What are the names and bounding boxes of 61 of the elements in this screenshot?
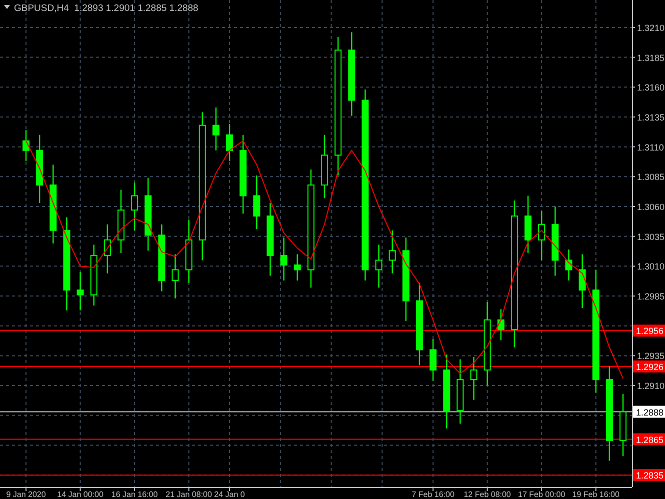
chart-title: GBPUSD,H4 1.2893 1.2901 1.2885 1.2888 (14, 3, 198, 14)
ref-line-label: 1.2835 (636, 470, 664, 481)
time-label: 21 Jan 08:00 (166, 490, 212, 499)
candlestick (470, 356, 478, 400)
price-label: 1.2935 (637, 351, 665, 362)
time-label: 9 Jan 2020 (6, 490, 46, 499)
candlestick (538, 211, 546, 260)
candlestick (294, 254, 301, 280)
price-label: 1.3035 (637, 232, 665, 242)
price-label: 1.3185 (637, 52, 665, 63)
candlestick (212, 107, 220, 150)
candlestick (430, 339, 437, 381)
candlestick (131, 182, 138, 230)
candlestick (117, 190, 124, 254)
candlestick (90, 244, 98, 306)
price-label: 1.3160 (637, 82, 665, 93)
candlestick (524, 196, 532, 254)
time-label: 7 Feb 16:00 (412, 490, 454, 499)
candlestick (253, 175, 260, 230)
ref-line-label: 1.2888 (636, 407, 664, 418)
price-label: 1.3010 (637, 262, 665, 272)
candlestick (565, 249, 572, 280)
price-label: 1.3060 (637, 202, 665, 212)
candlestick (620, 394, 626, 456)
candlestick (388, 230, 396, 274)
time-label: 24 Jan 0 (214, 490, 245, 499)
ref-line-label: 1.2956 (636, 326, 664, 336)
candlestick (497, 309, 504, 340)
candlestick (578, 254, 586, 308)
price-level-tag: 1.2865 (633, 433, 665, 446)
candlestick (185, 220, 192, 283)
price-label: 1.2985 (637, 292, 665, 302)
price-level-tag: 1.2926 (633, 360, 665, 372)
candlestick (375, 244, 382, 288)
candlestick (172, 254, 179, 298)
price-label: 1.3210 (637, 22, 665, 33)
candlestick (321, 134, 328, 198)
time-label: 19 Feb 16:00 (572, 490, 620, 499)
candlestick (36, 134, 44, 203)
price-level-tag: 1.2888 (633, 406, 665, 418)
price-label: 1.3110 (637, 142, 664, 152)
time-label: 14 Jan 00:00 (57, 490, 104, 499)
candlestick (280, 238, 288, 280)
candlestick (552, 206, 559, 276)
price-label: 1.2910 (637, 381, 665, 392)
price-level-tag: 1.2835 (633, 469, 665, 482)
price-label: 1.3085 (637, 172, 665, 182)
candlestick (158, 224, 166, 292)
price-level-tag: 1.2956 (633, 324, 665, 337)
candlestick (226, 124, 234, 162)
time-label: 12 Feb 08:00 (464, 490, 511, 499)
candlestick (22, 130, 30, 162)
candlestick (456, 359, 464, 424)
ref-line-label: 1.2865 (636, 434, 664, 445)
candlestick (76, 272, 84, 310)
candlestick (104, 224, 111, 274)
price-label: 1.3135 (637, 112, 665, 122)
time-label: 16 Jan 16:00 (111, 490, 158, 499)
dropdown-triangle-icon[interactable] (4, 5, 10, 9)
time-label: 17 Feb 00:00 (518, 490, 566, 499)
ref-line-label: 1.2926 (636, 362, 664, 372)
